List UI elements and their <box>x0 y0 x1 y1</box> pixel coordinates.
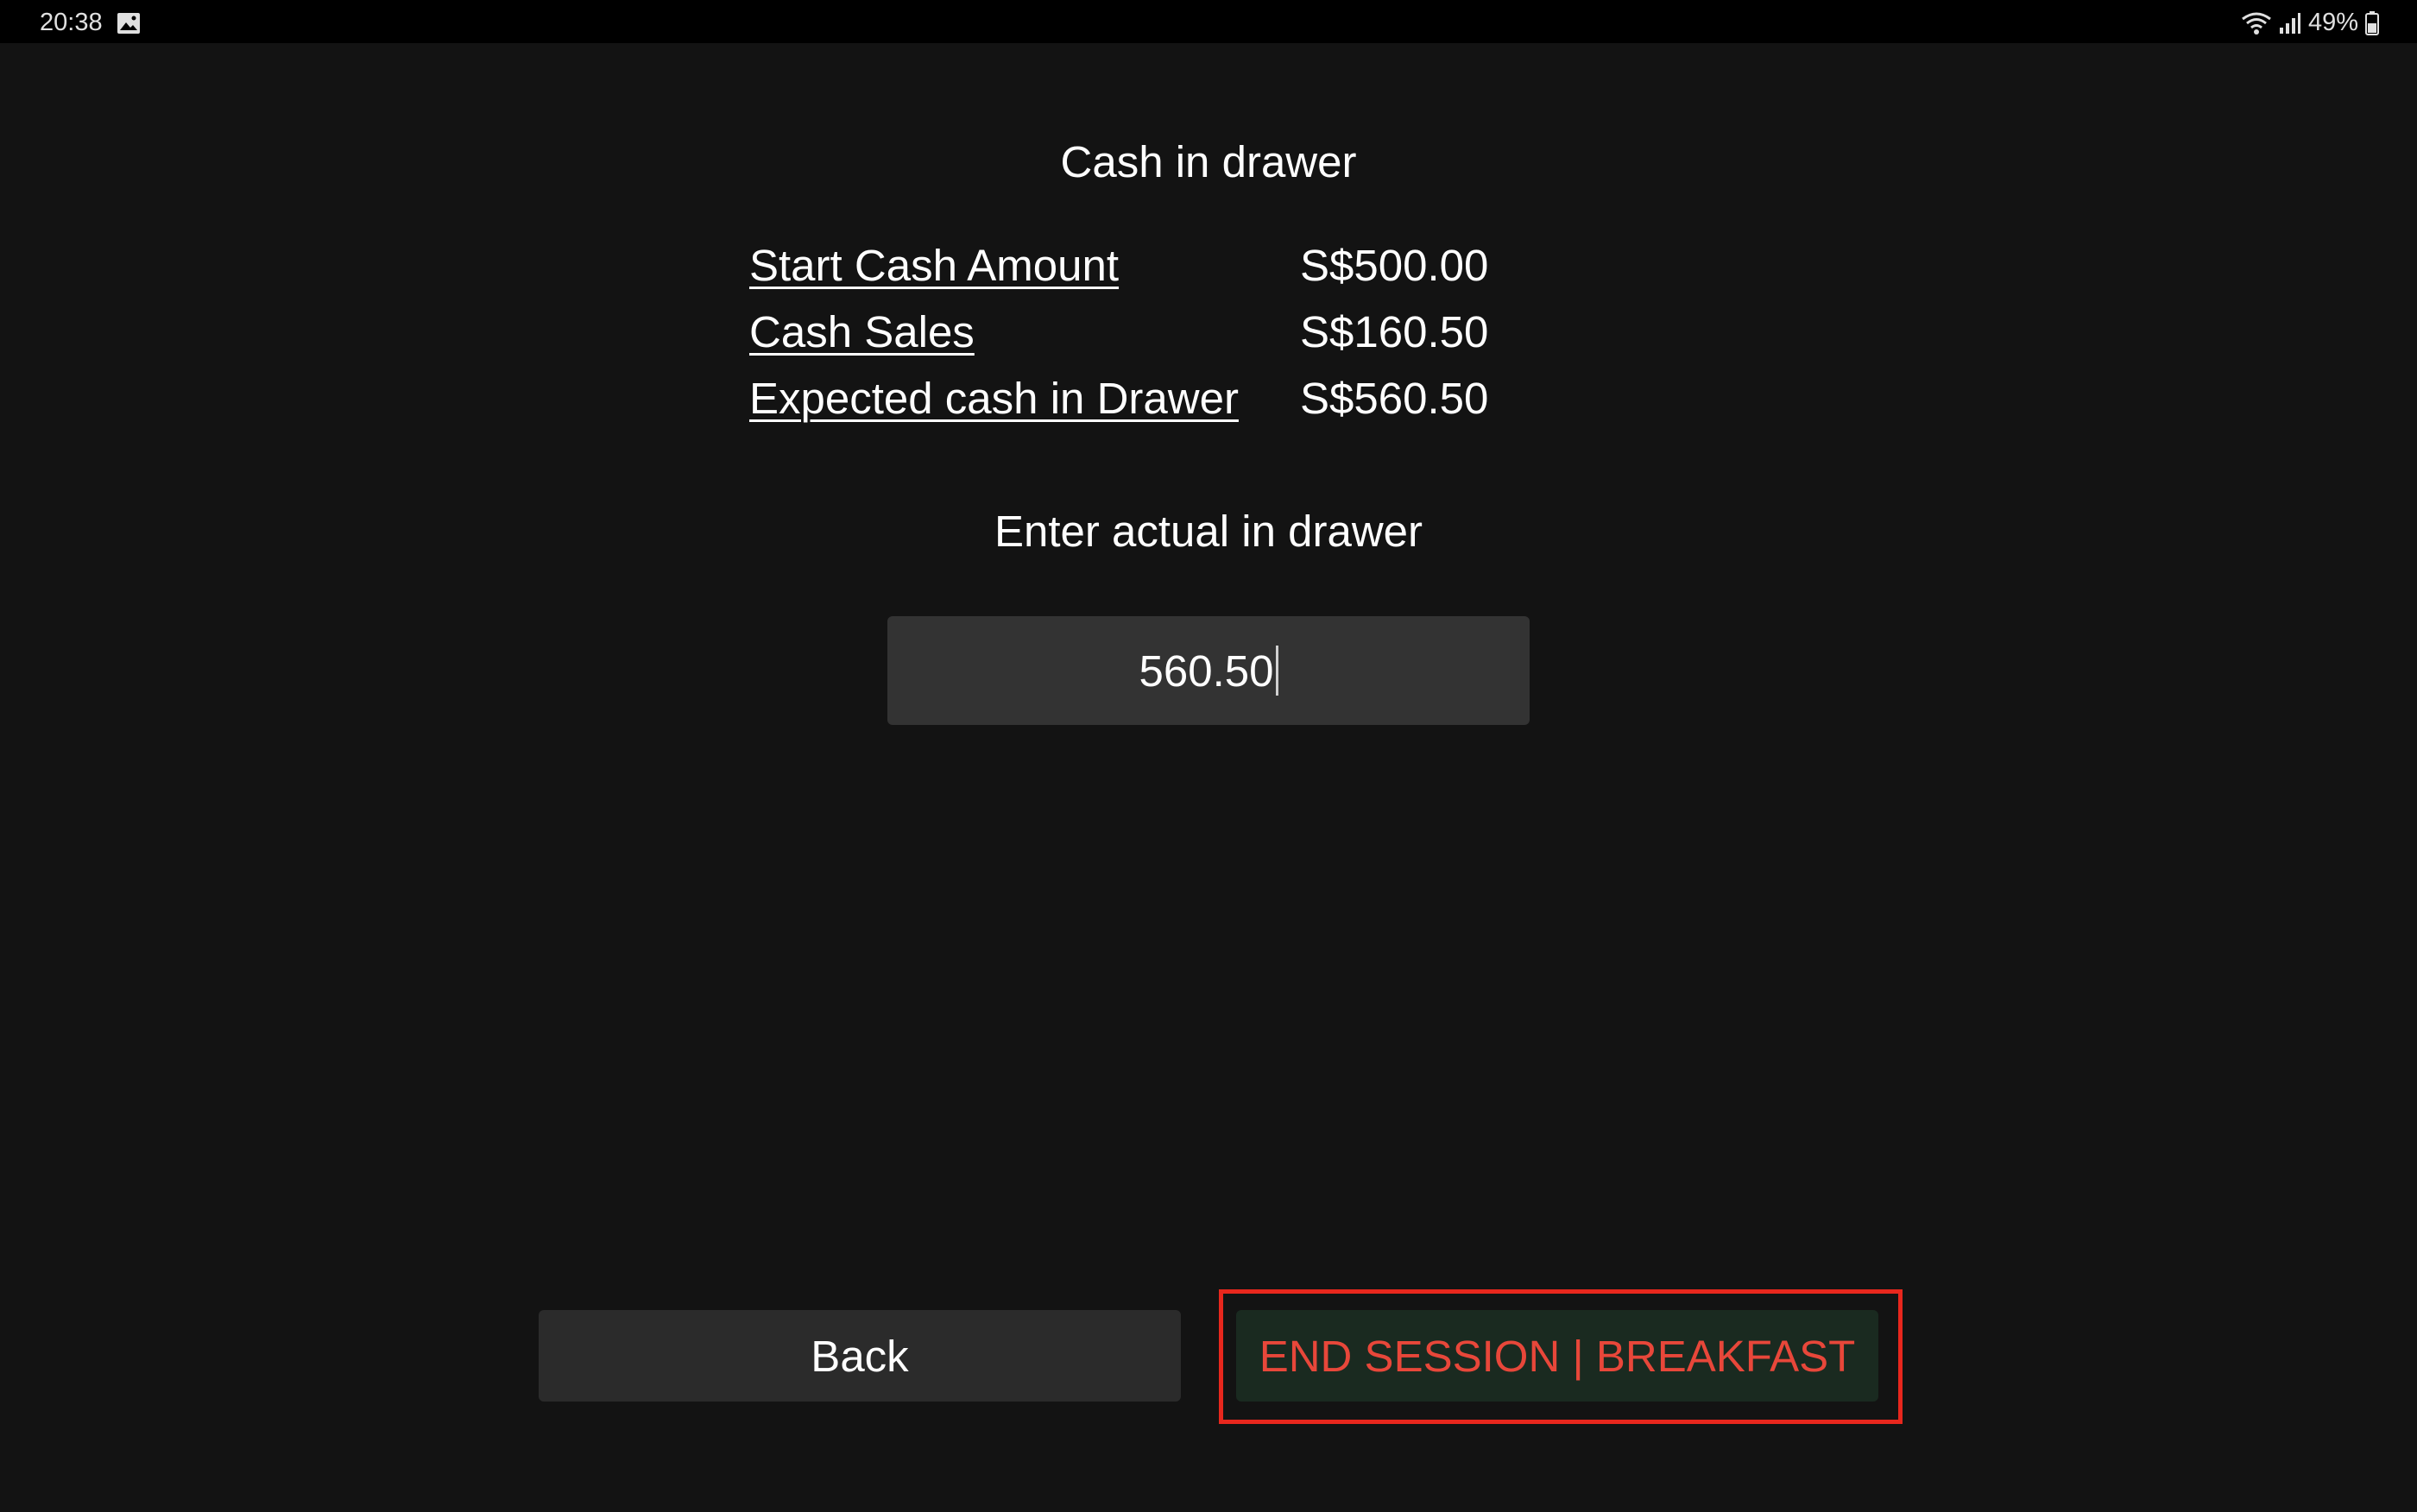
status-bar: 20:38 49% <box>0 0 2417 43</box>
battery-percent: 49% <box>2307 9 2358 36</box>
start-cash-amount-value: S$500.00 <box>1300 241 1489 290</box>
summary-row-expected-cash: Expected cash in Drawer S$560.50 <box>749 373 1612 439</box>
page-title: Cash in drawer <box>1060 137 1357 186</box>
status-right: 49% <box>2241 9 2379 37</box>
wifi-icon <box>2241 11 2272 35</box>
expected-cash-link[interactable]: Expected cash in Drawer <box>749 373 1239 424</box>
status-left: 20:38 <box>40 9 141 37</box>
battery-icon <box>2365 10 2379 35</box>
input-prompt: Enter actual in drawer <box>994 507 1423 556</box>
cash-summary: Start Cash Amount S$500.00 Cash Sales S$… <box>749 240 1612 439</box>
back-button[interactable]: Back <box>539 1310 1181 1402</box>
gallery-notification-icon <box>117 12 141 35</box>
text-caret <box>1275 646 1278 696</box>
expected-cash-value: S$560.50 <box>1300 374 1489 423</box>
actual-cash-input-value-wrap: 560.50 <box>1139 646 1278 696</box>
end-session-button[interactable]: END SESSION | BREAKFAST <box>1236 1310 1878 1402</box>
actual-cash-input[interactable]: 560.50 <box>887 616 1530 725</box>
summary-row-cash-sales: Cash Sales S$160.50 <box>749 306 1612 373</box>
signal-icon <box>2279 12 2301 35</box>
summary-row-start-cash: Start Cash Amount S$500.00 <box>749 240 1612 306</box>
actual-cash-value: 560.50 <box>1139 646 1274 696</box>
cash-sales-link[interactable]: Cash Sales <box>749 306 975 357</box>
status-time: 20:38 <box>40 9 103 36</box>
start-cash-amount-link[interactable]: Start Cash Amount <box>749 240 1119 291</box>
cash-sales-value: S$160.50 <box>1300 307 1489 356</box>
